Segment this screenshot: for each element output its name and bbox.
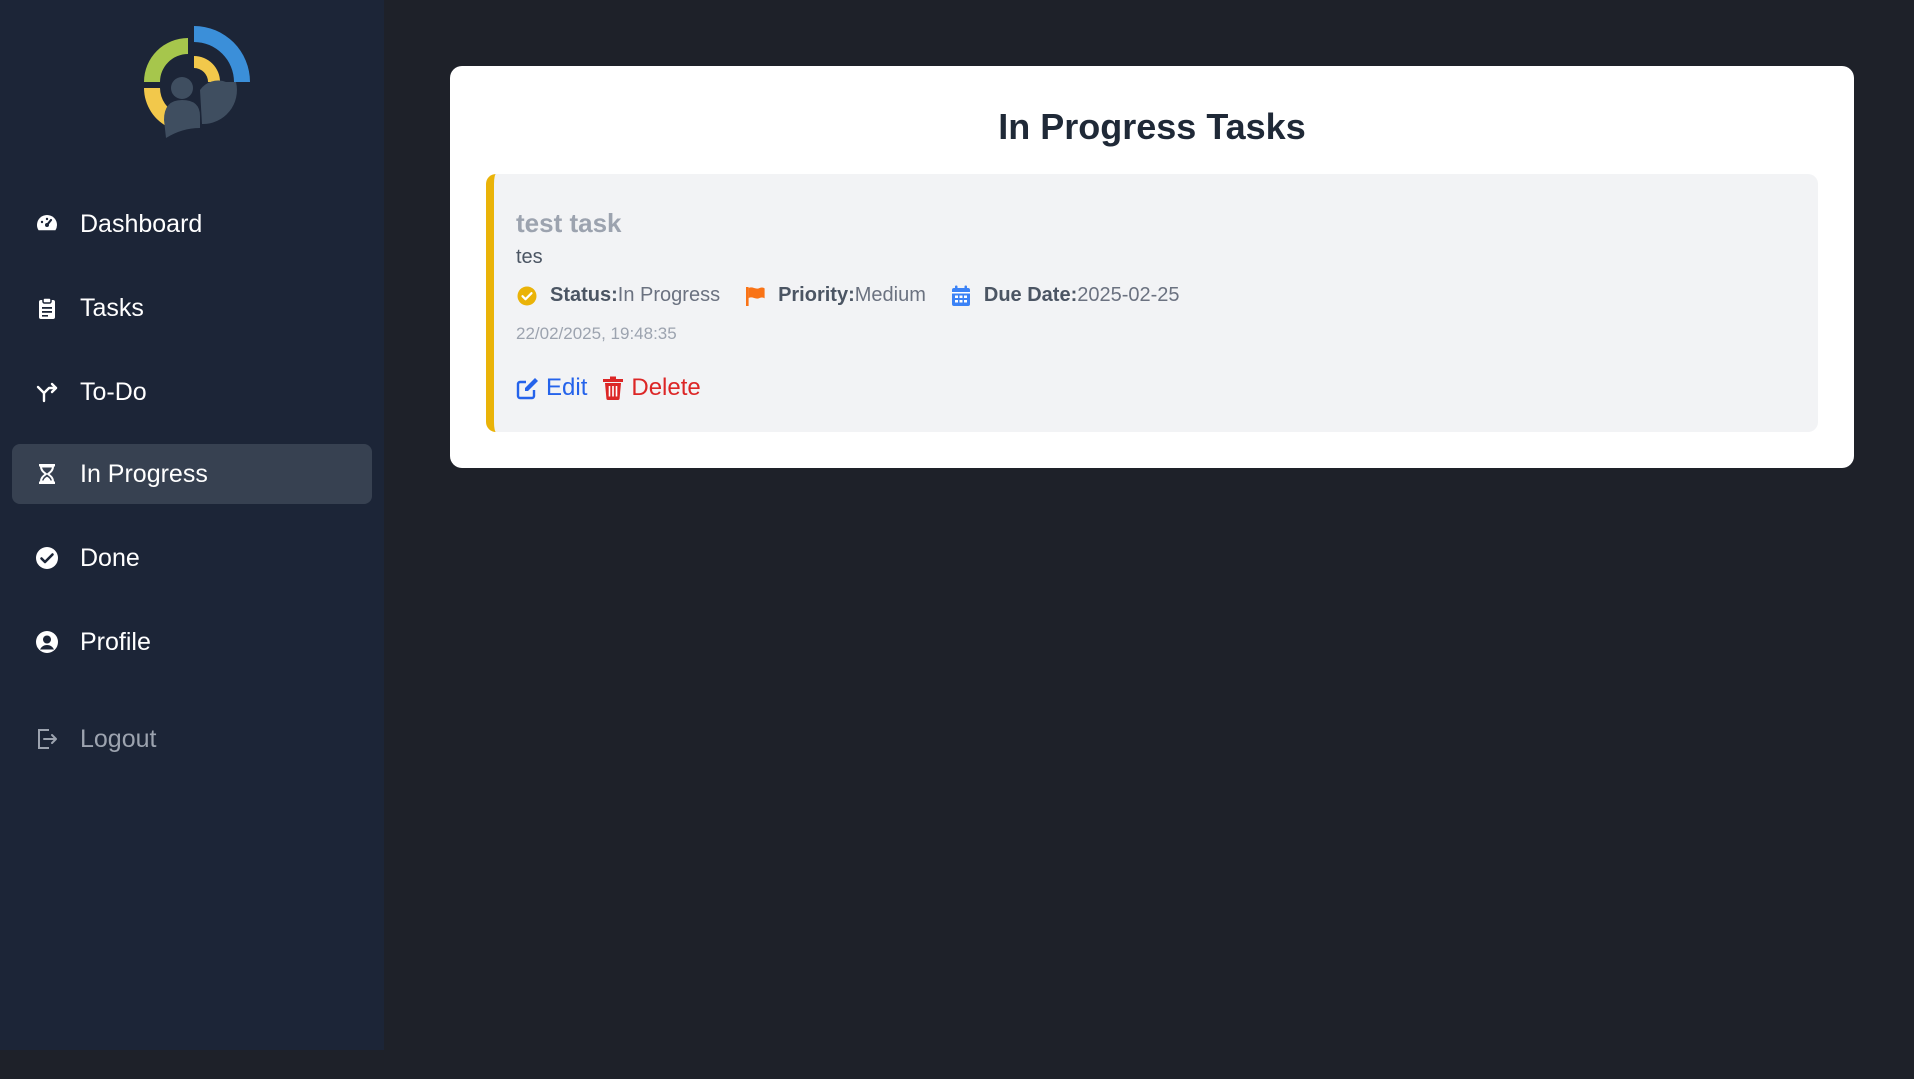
task-meta: Status: In Progress Priority: Medium Due… — [516, 284, 1204, 307]
hourglass-icon — [34, 461, 60, 487]
due-date-label: Due Date: — [983, 284, 1078, 306]
calendar-icon — [950, 285, 972, 307]
edit-button[interactable]: Edit — [516, 374, 587, 402]
status-label: Status: — [550, 284, 618, 306]
edit-label: Edit — [546, 374, 588, 401]
sidebar-item-profile[interactable]: Profile — [12, 612, 372, 672]
edit-icon — [516, 376, 540, 400]
check-circle-icon — [516, 285, 538, 307]
sidebar: Dashboard Tasks To-Do In Progress Done P… — [0, 0, 384, 1050]
page-title: In Progress Tasks — [998, 106, 1306, 147]
sidebar-item-done[interactable]: Done — [12, 528, 372, 588]
logout-icon — [34, 726, 60, 752]
due-date-value: 2025-02-25 — [1077, 284, 1180, 306]
delete-button[interactable]: Delete — [601, 374, 701, 402]
delete-label: Delete — [631, 374, 701, 401]
task-timestamp: 22/02/2025, 19:48:35 — [516, 324, 677, 343]
sidebar-item-label: To-Do — [80, 377, 147, 406]
logout-label: Logout — [80, 724, 157, 753]
app-logo — [130, 20, 256, 146]
sidebar-item-tasks[interactable]: Tasks — [12, 278, 372, 338]
sidebar-item-label: Dashboard — [80, 209, 203, 238]
task-due-date: Due Date: 2025-02-25 — [950, 284, 1180, 307]
priority-label: Priority: — [778, 284, 855, 306]
status-value: In Progress — [617, 284, 721, 306]
task-priority: Priority: Medium — [744, 284, 926, 307]
branch-arrow-icon — [34, 379, 60, 405]
sidebar-item-in-progress[interactable]: In Progress — [12, 444, 372, 504]
logout-button[interactable]: Logout — [12, 709, 372, 769]
sidebar-item-todo[interactable]: To-Do — [12, 362, 372, 422]
task-card: test task tes Status: In Progress Priori… — [486, 174, 1818, 432]
task-status: Status: In Progress — [516, 284, 720, 307]
task-actions: Edit Delete — [516, 374, 715, 402]
flag-icon — [744, 285, 766, 307]
sidebar-item-label: Done — [80, 543, 140, 572]
main-panel: In Progress Tasks test task tes Status: … — [450, 66, 1854, 468]
app-root: Dashboard Tasks To-Do In Progress Done P… — [0, 0, 1914, 1079]
check-circle-icon — [34, 545, 60, 571]
trash-icon — [601, 376, 625, 400]
priority-value: Medium — [854, 284, 926, 306]
clipboard-icon — [34, 295, 60, 321]
sidebar-item-label: Profile — [80, 627, 151, 656]
sidebar-item-label: In Progress — [80, 459, 208, 488]
sidebar-item-label: Tasks — [80, 293, 144, 322]
task-title: test task — [516, 208, 622, 238]
user-circle-icon — [34, 629, 60, 655]
gauge-icon — [34, 211, 60, 237]
sidebar-item-dashboard[interactable]: Dashboard — [12, 194, 372, 254]
task-description: tes — [516, 246, 543, 268]
